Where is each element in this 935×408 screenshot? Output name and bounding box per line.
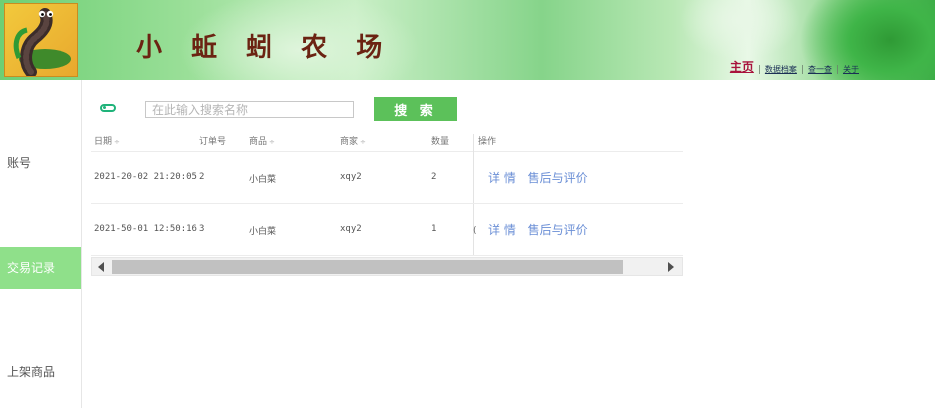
cell-merchant: xqy2 xyxy=(340,172,362,182)
scroll-left-arrow-icon[interactable] xyxy=(98,262,104,272)
nav-separator: | xyxy=(835,65,839,75)
horizontal-scrollbar[interactable] xyxy=(91,257,683,276)
cell-order-no: 2 xyxy=(199,172,205,182)
column-header-actions: 操作 xyxy=(478,134,496,147)
nav-home-link[interactable]: 主页 xyxy=(730,58,754,75)
nav-separator: | xyxy=(800,65,804,75)
column-label: 订单号 xyxy=(199,137,227,147)
nav-data-archive-link[interactable]: 数据档案 xyxy=(765,64,797,75)
scroll-right-arrow-icon[interactable] xyxy=(668,262,674,272)
column-header-quantity: 数量 xyxy=(431,134,449,147)
sort-icon: ÷ xyxy=(114,138,120,146)
nav-separator: | xyxy=(757,65,761,75)
toggle-icon[interactable] xyxy=(100,104,116,112)
details-link[interactable]: 详 情 xyxy=(488,223,516,237)
cell-merchant: xqy2 xyxy=(340,224,362,234)
column-header-merchant[interactable]: 商家 ÷ xyxy=(340,134,366,147)
table-row: 2021-50-01 12:50:16 3 小白菜 xqy2 1 ( 详 情 售… xyxy=(91,204,683,256)
earthworm-icon xyxy=(13,8,71,76)
cell-quantity: 1 xyxy=(431,224,437,234)
cell-date: 2021-50-01 12:50:16 xyxy=(94,224,197,234)
transactions-table: 日期 ÷ 订单号 商品 ÷ 商家 ÷ 数量 操作 2021-20-02 21:20:0… xyxy=(91,130,683,278)
after-sales-review-link[interactable]: 售后与评价 xyxy=(528,171,588,185)
column-label: 操作 xyxy=(478,137,497,147)
top-nav: 主页 | 数据档案 | 查一查 | 关于 xyxy=(730,59,859,75)
column-header-product[interactable]: 商品 ÷ xyxy=(249,134,275,147)
nav-lookup-link[interactable]: 查一查 xyxy=(808,64,832,75)
column-header-order-no: 订单号 xyxy=(199,134,226,147)
cell-product: 小白菜 xyxy=(249,227,277,237)
column-header-date[interactable]: 日期 ÷ xyxy=(94,134,120,147)
sidebar-item-account[interactable]: 账号 xyxy=(0,142,81,184)
column-label: 商品 xyxy=(249,137,268,147)
sidebar-item-listed-products[interactable]: 上架商品 xyxy=(0,351,81,393)
cell-quantity: 2 xyxy=(431,172,437,182)
sidebar-item-transactions[interactable]: 交易记录 xyxy=(0,247,81,289)
row-actions: 详 情 售后与评价 xyxy=(488,169,596,186)
search-input[interactable] xyxy=(145,101,354,118)
header-banner: 小 蚯 蚓 农 场 主页 | 数据档案 | 查一查 | 关于 xyxy=(0,0,935,80)
column-label: 商家 xyxy=(340,137,359,147)
sort-icon: ÷ xyxy=(269,138,275,146)
after-sales-review-link[interactable]: 售后与评价 xyxy=(528,223,588,237)
cell-overflow-text: ( xyxy=(473,226,477,236)
scrollbar-thumb[interactable] xyxy=(112,260,623,274)
sidebar: 账号 交易记录 上架商品 xyxy=(0,80,82,408)
details-link[interactable]: 详 情 xyxy=(488,171,516,185)
column-label: 数量 xyxy=(431,137,450,147)
earthworm-logo xyxy=(4,3,78,77)
nav-about-link[interactable]: 关于 xyxy=(843,64,859,75)
cell-order-no: 3 xyxy=(199,224,205,234)
cell-date: 2021-20-02 21:20:05 xyxy=(94,172,197,182)
cell-product: 小白菜 xyxy=(249,175,277,185)
sort-icon: ÷ xyxy=(360,138,366,146)
app-root: 小 蚯 蚓 农 场 主页 | 数据档案 | 查一查 | 关于 账号 交易记录 上… xyxy=(0,0,935,408)
brand-title: 小 蚯 蚓 农 场 xyxy=(136,33,393,63)
column-label: 日期 xyxy=(94,137,113,147)
row-actions: 详 情 售后与评价 xyxy=(488,221,596,238)
table-header: 日期 ÷ 订单号 商品 ÷ 商家 ÷ 数量 操作 xyxy=(91,130,683,152)
table-row: 2021-20-02 21:20:05 2 小白菜 xqy2 2 详 情 售后与… xyxy=(91,152,683,204)
search-button[interactable]: 搜 索 xyxy=(374,97,457,121)
